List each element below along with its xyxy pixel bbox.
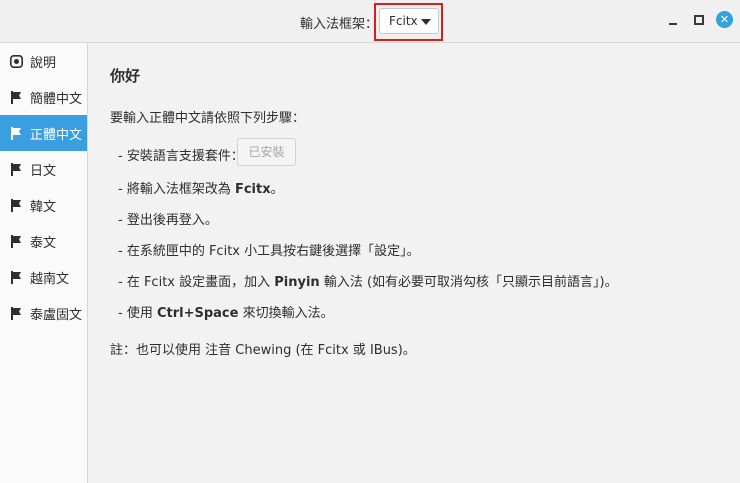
sidebar-item-traditional-chinese[interactable]: 正體中文 bbox=[0, 115, 87, 151]
flag-icon bbox=[10, 90, 23, 104]
input-framework-label: 輸入法框架： bbox=[300, 17, 379, 32]
minimize-icon bbox=[669, 22, 677, 25]
sidebar-item-simplified-chinese[interactable]: 簡體中文 bbox=[0, 79, 87, 115]
close-icon: ✕ bbox=[719, 13, 730, 26]
flag-icon bbox=[10, 162, 23, 176]
step-switch-shortcut: - 使用 Ctrl+Space 來切換輸入法。 bbox=[118, 302, 334, 321]
main-content: 你好 要輸入正體中文請依照下列步驟： - 安裝語言支援套件： 已安裝 - 將輸入… bbox=[88, 43, 740, 483]
sidebar: 說明 簡體中文 正體中文 日文 韓文 泰文 越南文 泰盧固文 bbox=[0, 43, 88, 483]
step-text: 輸入法 (如有必要可取消勾核「只顯示目前語言」)。 bbox=[319, 275, 618, 290]
step-text: 。 bbox=[270, 182, 284, 197]
sidebar-item-label: 正體中文 bbox=[30, 127, 83, 143]
info-icon bbox=[10, 54, 23, 68]
intro-text: 要輸入正體中文請依照下列步驟： bbox=[110, 111, 306, 126]
sidebar-item-vietnamese[interactable]: 越南文 bbox=[0, 259, 87, 295]
close-button[interactable]: ✕ bbox=[716, 11, 733, 28]
step-add-pinyin: - 在 Fcitx 設定畫面，加入 Pinyin 輸入法 (如有必要可取消勾核「… bbox=[118, 271, 618, 290]
flag-icon bbox=[10, 306, 23, 320]
chevron-down-icon bbox=[421, 19, 431, 25]
sidebar-item-label: 日文 bbox=[30, 163, 57, 179]
flag-icon bbox=[10, 126, 23, 140]
step-text: - 將輸入法框架改為 bbox=[118, 182, 235, 197]
step-text: 來切換輸入法。 bbox=[238, 306, 334, 321]
maximize-button[interactable] bbox=[691, 12, 707, 28]
step-set-framework: - 將輸入法框架改為 Fcitx。 bbox=[118, 178, 284, 197]
input-framework-dropdown[interactable]: Fcitx bbox=[379, 8, 439, 34]
step-bold-text: Fcitx bbox=[234, 182, 271, 197]
step-bold-text: Ctrl+Space bbox=[156, 306, 239, 321]
step-open-settings: - 在系統匣中的 Fcitx 小工具按右鍵後選擇「設定」。 bbox=[118, 244, 420, 259]
title-bar: 輸入法框架： Fcitx ✕ bbox=[0, 0, 740, 43]
flag-icon bbox=[10, 198, 23, 212]
step-relogin: - 登出後再登入。 bbox=[118, 213, 218, 228]
installed-button[interactable]: 已安裝 bbox=[237, 138, 296, 166]
page-title: 你好 bbox=[110, 67, 141, 85]
step-install-support: - 安裝語言支援套件： bbox=[118, 149, 244, 164]
maximize-icon bbox=[694, 15, 704, 25]
sidebar-item-label: 說明 bbox=[30, 55, 57, 71]
sidebar-item-label: 泰盧固文 bbox=[30, 307, 83, 323]
sidebar-item-telugu[interactable]: 泰盧固文 bbox=[0, 295, 87, 331]
step-text: - 在 Fcitx 設定畫面，加入 bbox=[118, 275, 275, 290]
sidebar-item-japanese[interactable]: 日文 bbox=[0, 151, 87, 187]
flag-icon bbox=[10, 270, 23, 284]
step-text: - 使用 bbox=[118, 306, 157, 321]
sidebar-item-korean[interactable]: 韓文 bbox=[0, 187, 87, 223]
note-text: 註：也可以使用 注音 Chewing (在 Fcitx 或 IBus)。 bbox=[110, 343, 416, 358]
sidebar-item-label: 韓文 bbox=[30, 199, 57, 215]
sidebar-item-thai[interactable]: 泰文 bbox=[0, 223, 87, 259]
sidebar-item-help[interactable]: 說明 bbox=[0, 43, 87, 79]
sidebar-item-label: 泰文 bbox=[30, 235, 57, 251]
step-bold-text: Pinyin bbox=[274, 275, 320, 290]
input-framework-value: Fcitx bbox=[389, 14, 418, 28]
sidebar-item-label: 簡體中文 bbox=[30, 91, 83, 107]
minimize-button[interactable] bbox=[665, 12, 681, 28]
flag-icon bbox=[10, 234, 23, 248]
sidebar-item-label: 越南文 bbox=[30, 271, 70, 287]
